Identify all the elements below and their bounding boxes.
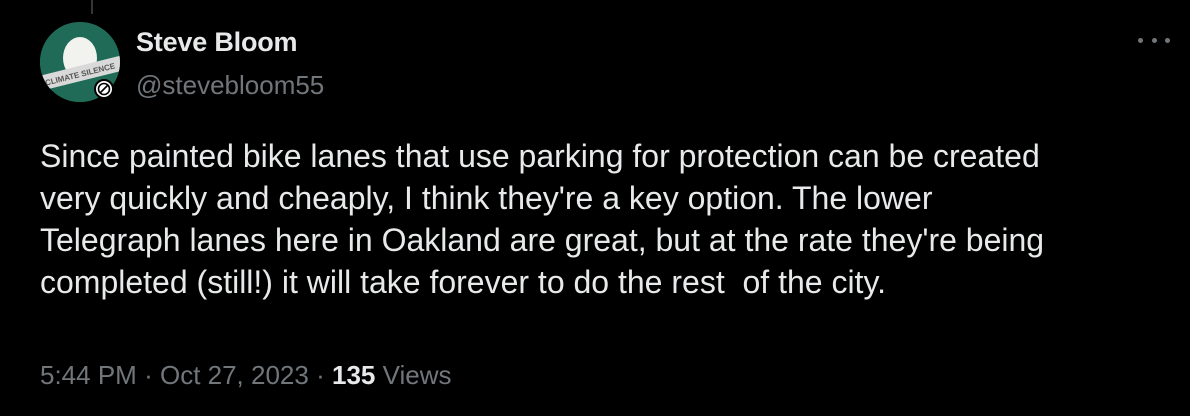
tweet-date[interactable]: Oct 27, 2023 <box>160 360 309 390</box>
meta-separator: · <box>144 360 153 390</box>
tweet-time[interactable]: 5:44 PM <box>40 360 137 390</box>
more-horizontal-icon[interactable] <box>1138 30 1170 50</box>
more-dot <box>1151 37 1157 43</box>
tweet-text: Since painted bike lanes that use parkin… <box>40 138 1045 300</box>
tweet-meta: 5:44 PM · Oct 27, 2023 · 135 Views <box>40 360 452 391</box>
meta-separator: · <box>316 360 325 390</box>
more-dot <box>1138 37 1143 43</box>
author-handle[interactable]: @stevebloom55 <box>136 70 324 101</box>
views-label: Views <box>382 360 452 390</box>
views-count[interactable]: 135 <box>332 360 375 390</box>
more-dot <box>1165 37 1170 43</box>
thread-connector-line <box>91 0 93 14</box>
author-display-name[interactable]: Steve Bloom <box>136 27 298 58</box>
tweet-card: CLIMATE SILENCE Steve Bloom @stevebloom5… <box>0 0 1190 416</box>
no-symbol-icon <box>94 79 114 99</box>
